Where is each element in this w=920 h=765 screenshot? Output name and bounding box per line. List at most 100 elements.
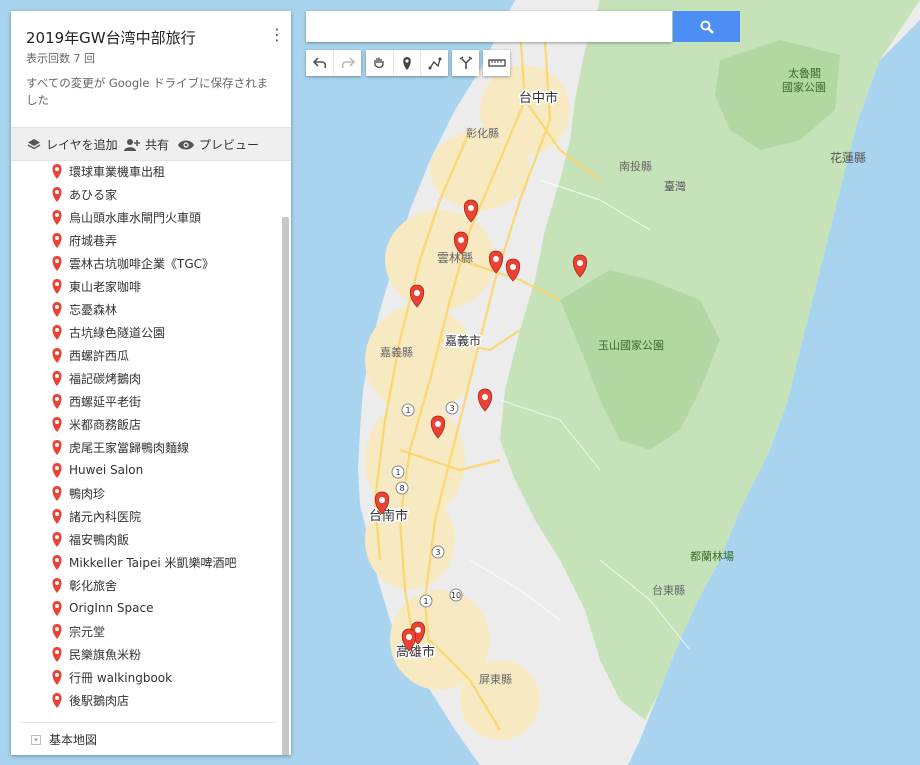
list-item[interactable]: 宗元堂	[51, 621, 105, 641]
list-item[interactable]: OrigInn Space	[51, 598, 153, 618]
list-item[interactable]: 諸元內科医院	[51, 506, 141, 526]
list-item-label: あひる家	[69, 187, 118, 202]
list-item-label: 鴨肉珍	[69, 486, 106, 501]
list-item[interactable]: 米都商務飯店	[51, 414, 141, 434]
place-marker-icon	[52, 486, 62, 501]
list-item[interactable]: 民樂旗魚米粉	[51, 644, 141, 664]
list-item[interactable]: Mikkeller Taipei 米凱樂啤酒吧	[51, 552, 237, 572]
marker-icon	[403, 57, 411, 70]
draw-line-button[interactable]	[421, 50, 448, 76]
label-nantou: 南投縣	[619, 159, 652, 173]
place-marker-icon	[52, 647, 62, 662]
label-yunlin: 雲林縣	[437, 251, 473, 265]
list-item[interactable]: 福記碳烤鵝肉	[51, 368, 141, 388]
place-marker-icon	[52, 624, 62, 639]
label-chiayi-county: 嘉義縣	[380, 345, 413, 359]
label-changhua: 彰化縣	[466, 126, 499, 140]
list-item-label: 後駅鵝肉店	[69, 693, 130, 708]
list-item[interactable]: 雲林古坑咖啡企業《TGC》	[51, 253, 214, 273]
preview-label: プレビュー	[199, 138, 260, 152]
highway-1-c: 1	[423, 597, 428, 606]
place-marker-icon	[52, 670, 62, 685]
map-title[interactable]: 2019年GW台湾中部旅行	[26, 27, 196, 48]
add-marker-button[interactable]	[394, 50, 422, 76]
list-item[interactable]: 西螺許西瓜	[51, 345, 129, 365]
place-marker-icon	[52, 256, 62, 271]
add-person-icon	[124, 138, 140, 151]
place-marker-icon	[52, 509, 62, 524]
eye-icon	[178, 140, 194, 149]
list-item-label: 烏山頭水庫水閘門火車頭	[69, 210, 202, 225]
highway-1-b: 1	[395, 468, 400, 477]
label-taichung: 台中市	[519, 90, 558, 106]
place-list: 環球車業機車出租 あひる家烏山頭水庫水閘門火車頭府城巷弄雲林古坑咖啡企業《TGC》…	[11, 161, 282, 721]
place-marker-icon	[52, 394, 62, 409]
list-item[interactable]: 古坑綠色隧道公園	[51, 322, 165, 342]
list-item[interactable]: 彰化旅舍	[51, 575, 117, 595]
measure-button[interactable]	[483, 50, 510, 76]
place-marker-icon	[52, 164, 62, 179]
label-chiayi-city: 嘉義市	[445, 333, 481, 348]
pan-tool-button[interactable]	[366, 50, 394, 76]
highway-8: 8	[399, 484, 404, 493]
highway-3-a: 3	[435, 548, 440, 557]
undo-icon	[312, 57, 326, 69]
share-label: 共有	[145, 138, 170, 152]
search-button[interactable]	[673, 11, 740, 42]
base-map-toggle[interactable]: ▾ 基本地図	[31, 731, 97, 748]
list-item-label: 行冊 walkingbook	[69, 670, 173, 685]
save-status: すべての変更が Google ドライブに保存されました	[26, 76, 269, 107]
label-kaohsiung: 高雄市	[396, 644, 435, 660]
add-layer-button[interactable]: レイヤを追加	[27, 136, 118, 153]
list-item[interactable]: 鴨肉珍	[51, 483, 105, 503]
place-marker-icon	[52, 325, 62, 340]
list-item-label: 彰化旅舍	[69, 578, 118, 593]
list-item[interactable]: 府城巷弄	[51, 230, 117, 250]
list-item[interactable]: 福安鴨肉飯	[51, 529, 129, 549]
list-item-label: 民樂旗魚米粉	[69, 647, 142, 662]
share-button[interactable]: 共有	[124, 136, 169, 153]
list-item[interactable]: 虎尾王家當歸鴨肉麵線	[51, 437, 189, 457]
place-marker-icon	[52, 578, 62, 593]
list-item[interactable]: 東山老家咖啡	[51, 276, 141, 296]
view-count: 表示回数 7 回	[26, 52, 95, 65]
preview-button[interactable]: プレビュー	[178, 136, 259, 153]
search-input[interactable]	[306, 11, 672, 42]
list-item[interactable]: 忘憂森林	[51, 299, 117, 319]
place-marker-icon	[52, 440, 62, 455]
list-item[interactable]: 後駅鵝肉店	[51, 690, 129, 710]
ruler-icon	[487, 59, 506, 67]
place-marker-icon	[52, 233, 62, 248]
list-item[interactable]: Huwei Salon	[51, 460, 143, 480]
highway-10: 10	[451, 591, 461, 600]
search-icon	[700, 20, 714, 34]
place-marker-icon	[52, 601, 62, 616]
place-marker-icon	[52, 210, 62, 225]
place-marker-icon	[52, 348, 62, 363]
more-options-icon[interactable]: ⋮	[269, 27, 285, 45]
map-sidebar-panel: 2019年GW台湾中部旅行 表示回数 7 回 ⋮ すべての変更が Google …	[11, 11, 291, 755]
tool-group	[366, 50, 448, 76]
list-item[interactable]: 烏山頭水庫水閘門火車頭	[51, 207, 201, 227]
panel-toolbar: レイヤを追加 共有 プレビュー	[11, 127, 291, 161]
redo-button[interactable]	[334, 50, 361, 76]
list-item[interactable]: 環球車業機車出租	[51, 161, 165, 181]
list-item-label: 環球車業機車出租	[69, 164, 166, 179]
label-taiwan: 臺灣	[664, 179, 686, 193]
list-item[interactable]: 西螺延平老街	[51, 391, 141, 411]
undo-redo-group	[306, 50, 361, 76]
list-item[interactable]: あひる家	[51, 184, 117, 204]
divider	[21, 722, 275, 723]
highway-3-b: 3	[449, 404, 454, 413]
place-marker-icon	[52, 371, 62, 386]
label-dulan: 都蘭林場	[690, 549, 734, 563]
undo-button[interactable]	[306, 50, 334, 76]
layers-icon	[27, 138, 41, 149]
list-item[interactable]: 行冊 walkingbook	[51, 667, 172, 687]
directions-icon	[459, 56, 472, 69]
panel-scrollbar[interactable]	[282, 217, 289, 755]
label-tainan: 台南市	[369, 508, 408, 524]
list-item-label: 古坑綠色隧道公園	[69, 325, 166, 340]
directions-button[interactable]	[452, 50, 479, 76]
redo-icon	[341, 57, 355, 69]
